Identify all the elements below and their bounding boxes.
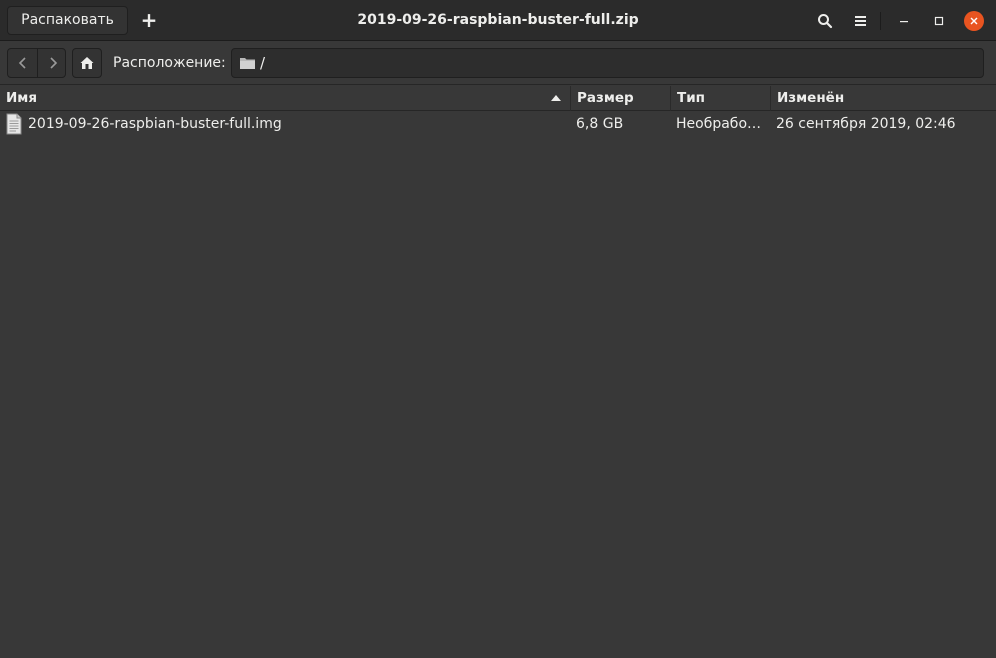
file-type-cell: Необработанный образ диска (676, 116, 766, 132)
column-name-header[interactable]: Имя (0, 86, 570, 111)
search-icon (818, 13, 833, 28)
maximize-button[interactable] (925, 6, 953, 35)
minimize-icon (900, 20, 908, 22)
minimize-button[interactable] (890, 6, 918, 35)
header-separator (880, 12, 881, 30)
main-menu-button[interactable] (847, 6, 875, 35)
forward-button[interactable] (38, 49, 67, 77)
file-modified-cell: 26 сентября 2019, 02:46 (776, 116, 956, 132)
home-button[interactable] (72, 48, 102, 78)
folder-icon (240, 58, 255, 69)
close-icon (970, 17, 978, 25)
add-files-button[interactable]: + (136, 6, 162, 35)
column-size-header[interactable]: Размер (570, 86, 670, 111)
chevron-left-icon (18, 57, 26, 69)
sort-ascending-icon (551, 95, 561, 101)
location-label: Расположение: (113, 55, 226, 71)
location-path: / (260, 54, 266, 72)
file-row[interactable]: 2019-09-26-raspbian-buster-full.img 6,8 … (0, 112, 996, 137)
back-button[interactable] (8, 49, 37, 77)
chevron-right-icon (49, 57, 57, 69)
archive-manager-window: Распаковать + 2019-09-26-raspbian-buster… (0, 0, 996, 658)
column-type-header[interactable]: Тип (670, 86, 770, 111)
home-icon (80, 57, 94, 69)
maximize-icon (934, 16, 944, 25)
file-name-cell: 2019-09-26-raspbian-buster-full.img (28, 116, 282, 132)
menu-icon (855, 15, 866, 26)
extract-button[interactable]: Распаковать (7, 6, 128, 35)
window-title: 2019-09-26-raspbian-buster-full.zip (357, 12, 639, 28)
location-bar: Расположение: / (0, 41, 996, 85)
close-button[interactable] (964, 11, 984, 31)
location-field[interactable]: / (231, 48, 984, 78)
column-header-row: Имя Размер Тип Изменён (0, 86, 996, 111)
file-size-cell: 6,8 GB (576, 116, 624, 132)
search-button[interactable] (811, 6, 839, 35)
document-icon (6, 113, 22, 135)
navigation-buttons (7, 48, 66, 78)
header-bar: Распаковать + 2019-09-26-raspbian-buster… (0, 0, 996, 41)
column-modified-header[interactable]: Изменён (770, 86, 996, 111)
